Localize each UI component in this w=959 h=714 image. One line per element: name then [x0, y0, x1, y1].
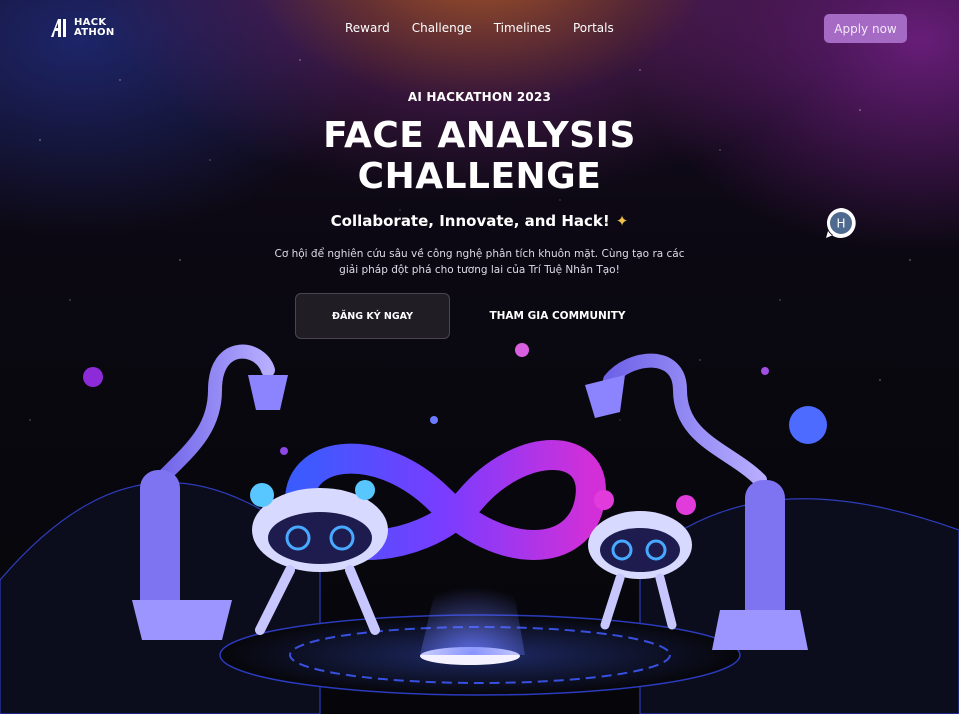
nav-timelines[interactable]: Timelines — [494, 21, 551, 35]
nav-challenge[interactable]: Challenge — [412, 21, 472, 35]
robots-infinity-illustration — [0, 343, 959, 714]
main-nav: Reward Challenge Timelines Portals — [345, 21, 614, 35]
event-eyebrow: AI HACKATHON 2023 — [407, 90, 552, 104]
nav-reward[interactable]: Reward — [345, 21, 390, 35]
hackathon-logo-icon — [51, 19, 66, 37]
hero-subtitle: Collaborate, Innovate, and Hack! ✦ — [0, 212, 959, 230]
sparkle-icon: ✦ — [615, 212, 629, 230]
logo-line-2: ATHON — [74, 27, 115, 38]
hero-title: FACE ANALYSIS CHALLENGE — [0, 115, 959, 197]
chat-bubble-icon[interactable]: H — [825, 207, 857, 239]
chat-initial: H — [836, 217, 845, 231]
nav-portals[interactable]: Portals — [573, 21, 614, 35]
apply-now-button[interactable]: Apply now — [824, 14, 907, 43]
hero-description-line-2: giải pháp đột phá cho tương lai của Trí … — [339, 264, 620, 276]
hackathon-logo[interactable]: HACK ATHON — [50, 18, 115, 38]
hero-title-line-2: CHALLENGE — [357, 156, 602, 197]
hero-subtitle-text: Collaborate, Innovate, and Hack! — [330, 212, 610, 230]
hero-description: Cơ hội để nghiên cứu sâu về công nghệ ph… — [0, 246, 959, 278]
logo-wordmark: HACK ATHON — [74, 18, 115, 38]
hero-title-line-1: FACE ANALYSIS — [323, 115, 636, 156]
hero-description-line-1: Cơ hội để nghiên cứu sâu về công nghệ ph… — [274, 248, 685, 260]
